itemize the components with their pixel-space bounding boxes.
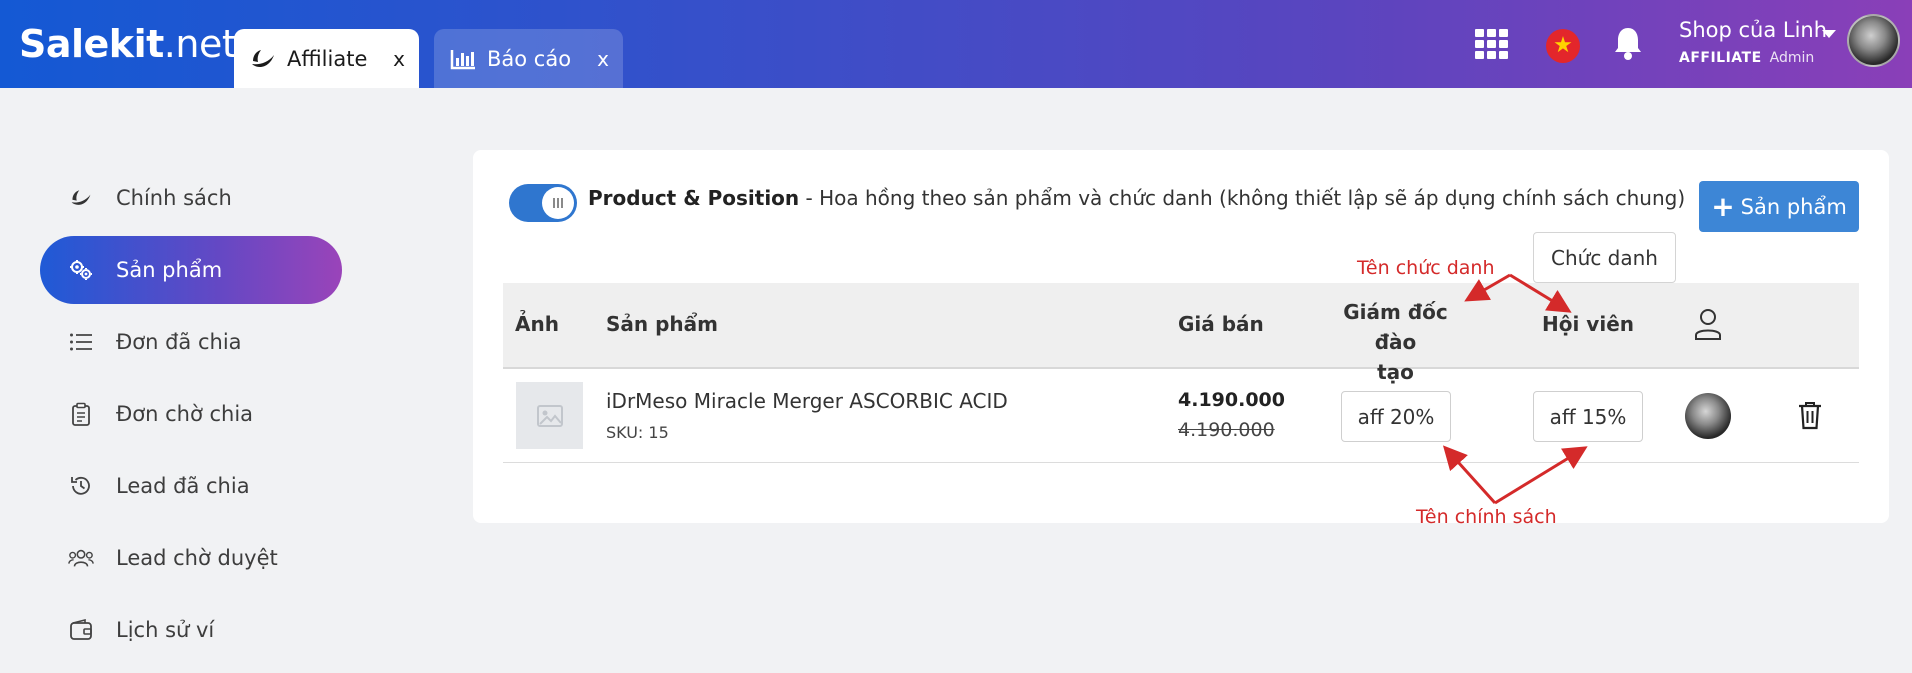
- policy-description: Product & Position - Hoa hồng theo sản p…: [588, 186, 1685, 210]
- shop-name[interactable]: Shop của Linh: [1679, 18, 1827, 42]
- logo-suffix: .net: [163, 22, 237, 66]
- avatar[interactable]: [1847, 14, 1900, 67]
- position-button[interactable]: Chức danh: [1533, 232, 1676, 283]
- sidebar-item-label: Chính sách: [116, 186, 232, 210]
- sale-price: 4.190.000: [1178, 389, 1285, 411]
- users-icon: [68, 545, 94, 571]
- tab-affiliate-label: Affiliate: [287, 46, 368, 71]
- sidebar-item-policy[interactable]: Chính sách: [40, 164, 342, 232]
- avatar[interactable]: [1685, 393, 1731, 439]
- product-sku: SKU: 15: [606, 423, 669, 442]
- sidebar-item-pending-orders[interactable]: Đơn chờ chia: [40, 380, 342, 448]
- add-product-label: Sản phẩm: [1740, 194, 1847, 219]
- product-name[interactable]: iDrMeso Miracle Merger ASCORBIC ACID: [606, 389, 1008, 413]
- policy-detail: - Hoa hồng theo sản phẩm và chức danh (k…: [799, 186, 1686, 210]
- toggle-knob: [542, 187, 574, 219]
- table-header: Ảnh Sản phẩm Giá bán Giám đốc đào tạo Hộ…: [503, 283, 1859, 384]
- gears-icon: [68, 257, 94, 283]
- col-image: Ảnh: [515, 312, 559, 336]
- sidebar-item-label: Đơn đã chia: [116, 330, 242, 354]
- aff-policy-director-button[interactable]: aff 20%: [1341, 391, 1451, 442]
- plus-icon: +: [1711, 190, 1735, 223]
- chevron-down-icon[interactable]: [1822, 30, 1836, 38]
- table-row: iDrMeso Miracle Merger ASCORBIC ACID SKU…: [503, 369, 1859, 463]
- sidebar-item-divided-orders[interactable]: Đơn đã chia: [40, 308, 342, 376]
- sidebar-item-label: Đơn chờ chia: [116, 402, 254, 426]
- bell-icon[interactable]: [1612, 25, 1644, 61]
- aff-policy-member-button[interactable]: aff 15%: [1533, 391, 1643, 442]
- role-secondary: Admin: [1769, 50, 1815, 66]
- sidebar-item-products[interactable]: Sản phẩm: [40, 236, 342, 304]
- list-icon: [68, 329, 94, 355]
- col-price: Giá bán: [1178, 312, 1264, 336]
- vietnam-flag-icon[interactable]: ★: [1546, 29, 1580, 63]
- sidebar-item-label: Lead chờ duyệt: [116, 546, 278, 570]
- original-price: 4.190.000: [1178, 419, 1275, 441]
- sidebar-item-label: Lịch sử ví: [116, 618, 215, 642]
- role-primary: AFFILIATE: [1679, 50, 1762, 66]
- tab-report-close[interactable]: x: [597, 47, 609, 71]
- bar-chart-icon: [449, 47, 477, 71]
- tab-report[interactable]: Báo cáo x: [434, 29, 623, 88]
- product-policy-card: Product & Position - Hoa hồng theo sản p…: [473, 150, 1889, 523]
- clipboard-icon: [68, 401, 94, 427]
- col-position-member[interactable]: Hội viên: [1533, 312, 1643, 336]
- annotation-policy-name: Tên chính sách: [1416, 506, 1557, 528]
- add-product-button[interactable]: + Sản phẩm: [1699, 181, 1859, 232]
- policy-toggle[interactable]: [509, 184, 577, 222]
- annotation-position-name: Tên chức danh: [1357, 257, 1495, 279]
- top-header: Salekit.net Affiliate x Báo cáo x ★ Shop…: [0, 0, 1912, 88]
- leaf-icon: [68, 185, 94, 211]
- user-icon: [1693, 307, 1723, 346]
- salekit-logo[interactable]: Salekit.net: [19, 22, 237, 66]
- history-icon: [68, 473, 94, 499]
- wallet-icon: [68, 617, 94, 643]
- tab-report-label: Báo cáo: [487, 46, 572, 71]
- policy-title: Product & Position: [588, 186, 800, 210]
- apps-grid-icon[interactable]: [1475, 29, 1509, 59]
- sidebar-item-wallet-history[interactable]: Lịch sử ví: [40, 596, 342, 664]
- sidebar-item-label: Sản phẩm: [116, 258, 223, 282]
- col-product: Sản phẩm: [606, 312, 718, 336]
- trash-icon[interactable]: [1797, 400, 1823, 430]
- col-position-director-line1: Giám đốc đào: [1343, 300, 1448, 354]
- image-placeholder-icon: [516, 382, 583, 449]
- logo-main: Salekit: [19, 22, 164, 66]
- user-role: AFFILIATE Admin: [1679, 50, 1814, 66]
- sidebar-item-label: Lead đã chia: [116, 474, 250, 498]
- leaf-icon: [249, 47, 277, 71]
- sidebar: Chính sách Sản phẩm Đơn đã chia Đơn chờ …: [40, 164, 342, 668]
- sidebar-item-pending-leads[interactable]: Lead chờ duyệt: [40, 524, 342, 592]
- sidebar-item-divided-leads[interactable]: Lead đã chia: [40, 452, 342, 520]
- tab-affiliate[interactable]: Affiliate x: [234, 29, 419, 88]
- tab-affiliate-close[interactable]: x: [393, 47, 405, 71]
